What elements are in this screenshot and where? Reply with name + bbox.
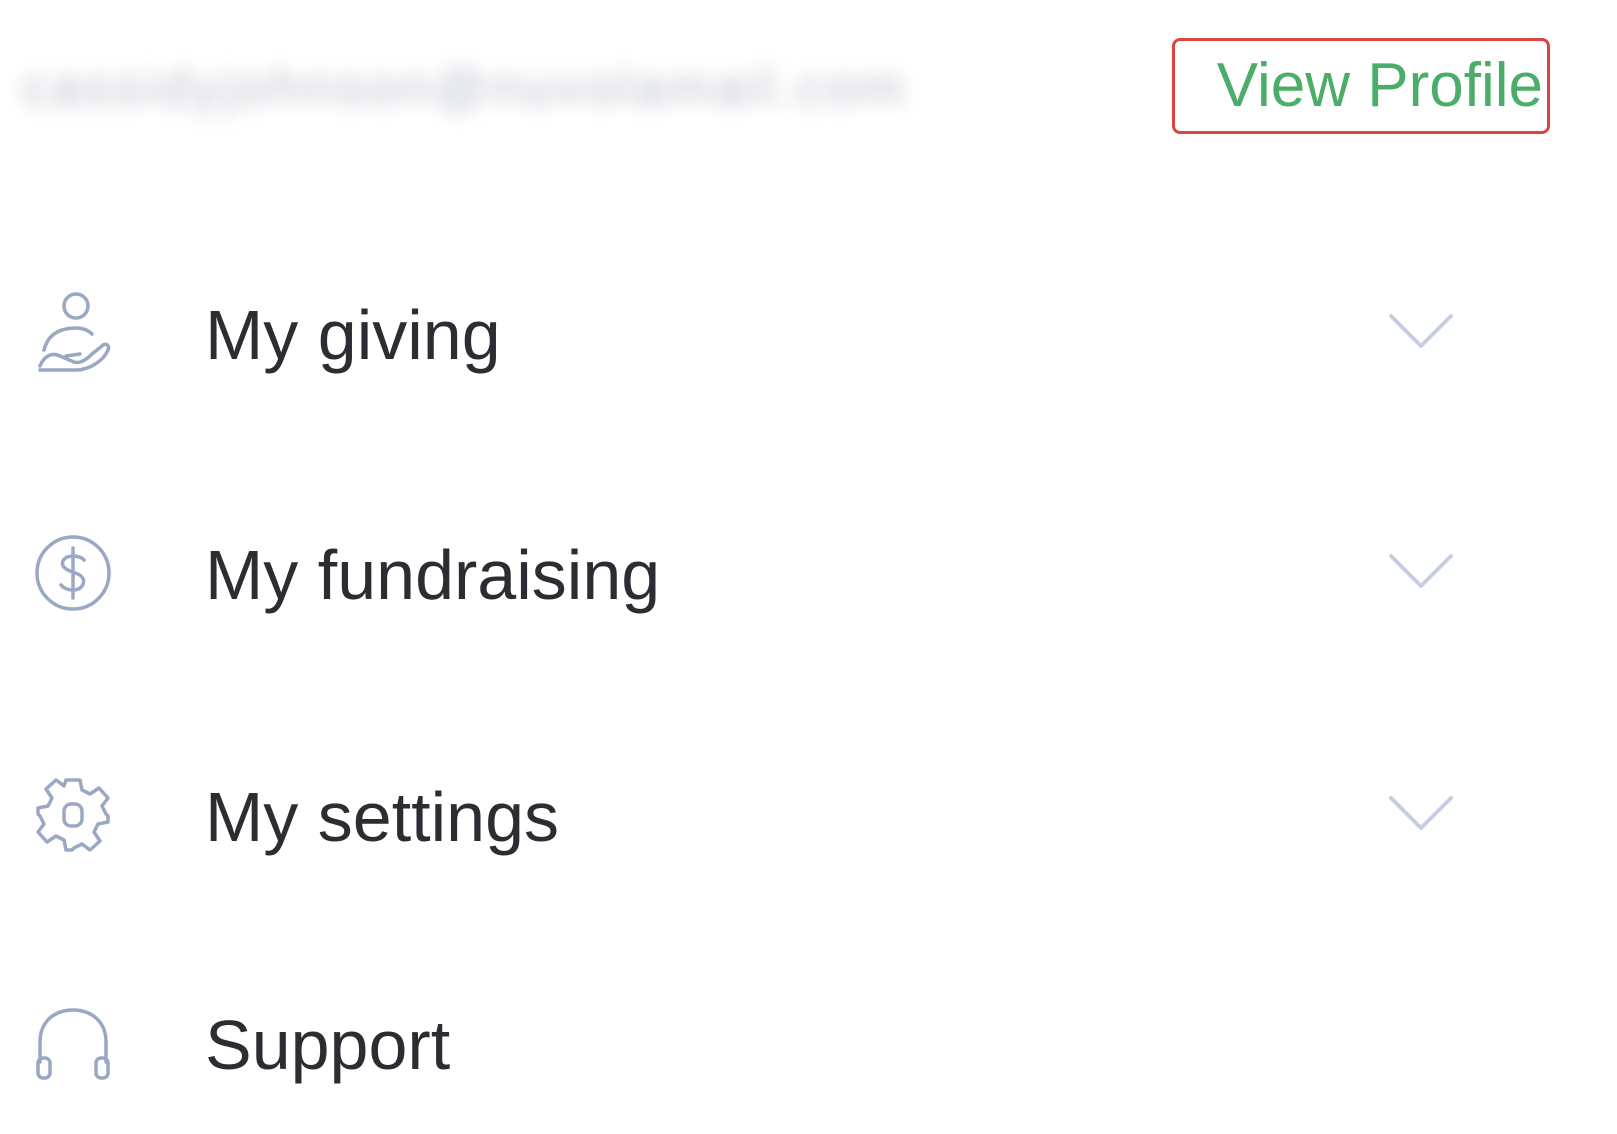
- menu-item-label: My giving: [205, 296, 501, 374]
- chevron-down-icon[interactable]: [1385, 308, 1457, 354]
- view-profile-link[interactable]: View Profile: [1172, 38, 1550, 134]
- headphones-icon: [30, 1000, 116, 1086]
- dollar-circle-icon: [30, 530, 116, 616]
- chevron-down-icon[interactable]: [1385, 548, 1457, 594]
- gear-icon: [30, 772, 116, 858]
- menu-item-my-fundraising[interactable]: My fundraising: [0, 480, 1617, 650]
- giving-hand-icon: [30, 290, 116, 376]
- menu-item-my-settings[interactable]: My settings: [0, 722, 1617, 892]
- menu-item-label: My fundraising: [205, 536, 661, 614]
- user-email-blurred: cassidyjohnson@nuvolamail.com: [22, 59, 908, 117]
- menu-item-label: Support: [205, 1006, 451, 1084]
- chevron-down-icon[interactable]: [1385, 790, 1457, 836]
- menu-item-support[interactable]: Support: [0, 950, 1617, 1120]
- menu-item-label: My settings: [205, 778, 559, 856]
- account-header: cassidyjohnson@nuvolamail.com View Profi…: [0, 0, 1617, 150]
- menu-item-my-giving[interactable]: My giving: [0, 240, 1617, 410]
